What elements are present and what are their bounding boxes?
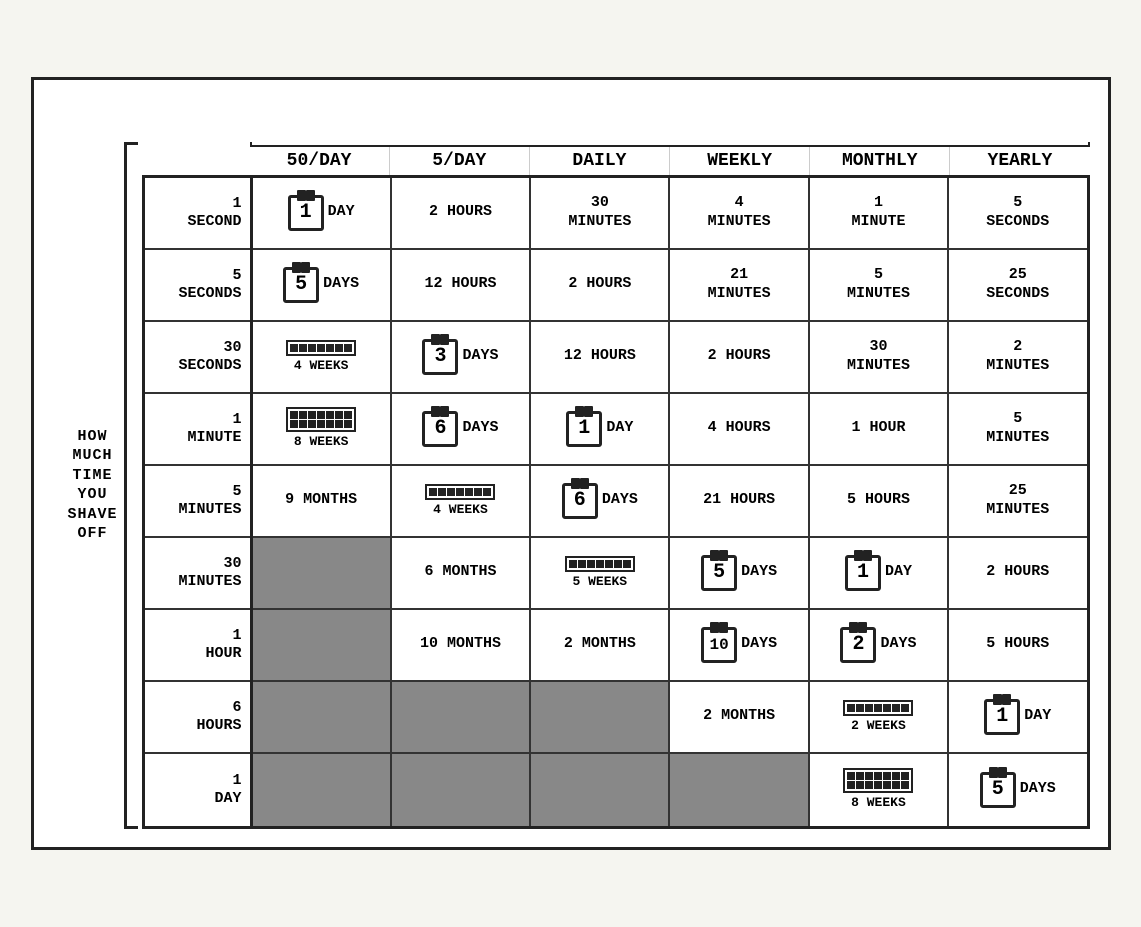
row-header-1: 5SECONDS [145,250,250,322]
col-header-row: 50/DAY5/DAYDAILYWEEKLYMONTHLYYEARLY [142,142,1090,175]
col-label-2: DAILY [530,147,670,175]
row-header-5: 30MINUTES [145,538,250,610]
data-cell-1-2: 2 HOURS [531,250,670,320]
data-cell-2-5: 2MINUTES [949,322,1086,392]
title-line1 [52,98,1090,128]
data-cell-8-2 [531,754,670,826]
data-cell-6-1: 10 MONTHS [392,610,531,680]
data-row-3: 8 WEEKS6DAYS1DAY4 HOURS1 HOUR5MINUTES [253,394,1087,466]
data-cell-0-5: 5SECONDS [949,178,1086,248]
data-cell-6-2: 2 MONTHS [531,610,670,680]
data-cell-4-1: 4 WEEKS [392,466,531,536]
data-cell-4-0: 9 MONTHS [253,466,392,536]
data-cell-5-5: 2 HOURS [949,538,1086,608]
col-label-3: WEEKLY [670,147,810,175]
left-label-container: HOWMUCHTIMEYOUSHAVEOFF [52,142,142,829]
data-cell-8-3 [670,754,809,826]
data-cell-3-2: 1DAY [531,394,670,464]
data-cell-1-5: 25SECONDS [949,250,1086,320]
row-headers-col: 1SECOND5SECONDS30SECONDS1MINUTE5MINUTES3… [145,178,253,826]
data-cell-5-3: 5DAYS [670,538,809,608]
how-often-label [250,142,1090,147]
data-grid: 1DAY2 HOURS30MINUTES4MINUTES1MINUTE5SECO… [253,178,1087,826]
data-cell-3-5: 5MINUTES [949,394,1086,464]
data-cell-4-5: 25MINUTES [949,466,1086,536]
data-row-1: 5DAYS12 HOURS2 HOURS21MINUTES5MINUTES25S… [253,250,1087,322]
data-cell-3-1: 6DAYS [392,394,531,464]
col-label-4: MONTHLY [810,147,950,175]
row-header-2: 30SECONDS [145,322,250,394]
col-headers: 50/DAY5/DAYDAILYWEEKLYMONTHLYYEARLY [250,142,1090,175]
col-label-1: 5/DAY [390,147,530,175]
data-cell-1-4: 5MINUTES [810,250,949,320]
data-cell-4-2: 6DAYS [531,466,670,536]
data-cell-3-3: 4 HOURS [670,394,809,464]
data-cell-8-1 [392,754,531,826]
row-header-spacer [142,142,250,175]
data-cell-7-3: 2 MONTHS [670,682,809,752]
data-cell-6-3: 10DAYS [670,610,809,680]
data-cell-4-3: 21 HOURS [670,466,809,536]
data-cell-0-3: 4MINUTES [670,178,809,248]
row-header-0: 1SECOND [145,178,250,250]
row-header-7: 6HOURS [145,682,250,754]
data-cell-1-1: 12 HOURS [392,250,531,320]
data-row-2: 4 WEEKS3DAYS12 HOURS2 HOURS30MINUTES2MIN… [253,322,1087,394]
col-label-5: YEARLY [950,147,1089,175]
data-cell-3-4: 1 HOUR [810,394,949,464]
data-cell-2-4: 30MINUTES [810,322,949,392]
data-cell-7-4: 2 WEEKS [810,682,949,752]
left-label: HOWMUCHTIMEYOUSHAVEOFF [67,427,117,544]
data-cell-5-2: 5 WEEKS [531,538,670,608]
data-row-6: 10 MONTHS2 MONTHS10DAYS2DAYS5 HOURS [253,610,1087,682]
chart-outer: HOWMUCHTIMEYOUSHAVEOFF 50/DAY5/DAYDAILYW… [52,142,1090,829]
grid-area: 1SECOND5SECONDS30SECONDS1MINUTE5MINUTES3… [142,175,1090,829]
data-row-0: 1DAY2 HOURS30MINUTES4MINUTES1MINUTE5SECO… [253,178,1087,250]
row-header-8: 1DAY [145,754,250,826]
row-header-3: 1MINUTE [145,394,250,466]
data-row-7: 2 MONTHS2 WEEKS1DAY [253,682,1087,754]
main-container: HOWMUCHTIMEYOUSHAVEOFF 50/DAY5/DAYDAILYW… [31,77,1111,850]
data-cell-4-4: 5 HOURS [810,466,949,536]
data-cell-5-1: 6 MONTHS [392,538,531,608]
data-cell-7-1 [392,682,531,752]
data-cell-6-4: 2DAYS [810,610,949,680]
data-row-4: 9 MONTHS4 WEEKS6DAYS21 HOURS5 HOURS25MIN… [253,466,1087,538]
data-cell-6-5: 5 HOURS [949,610,1086,680]
data-cell-0-4: 1MINUTE [810,178,949,248]
data-row-8: 8 WEEKS5DAYS [253,754,1087,826]
col-labels-row: 50/DAY5/DAYDAILYWEEKLYMONTHLYYEARLY [250,147,1090,175]
left-bracket [124,142,138,829]
data-cell-5-0 [253,538,392,608]
data-cell-8-4: 8 WEEKS [810,754,949,826]
chart-right: 50/DAY5/DAYDAILYWEEKLYMONTHLYYEARLY 1SEC… [142,142,1090,829]
data-cell-2-2: 12 HOURS [531,322,670,392]
row-header-6: 1HOUR [145,610,250,682]
data-cell-7-5: 1DAY [949,682,1086,752]
data-cell-0-1: 2 HOURS [392,178,531,248]
data-cell-6-0 [253,610,392,680]
data-cell-5-4: 1DAY [810,538,949,608]
data-cell-1-0: 5DAYS [253,250,392,320]
data-cell-7-2 [531,682,670,752]
data-cell-0-2: 30MINUTES [531,178,670,248]
data-cell-2-1: 3DAYS [392,322,531,392]
data-cell-8-0 [253,754,392,826]
data-cell-3-0: 8 WEEKS [253,394,392,464]
col-label-0: 50/DAY [250,147,390,175]
data-cell-8-5: 5DAYS [949,754,1086,826]
row-header-4: 5MINUTES [145,466,250,538]
data-cell-2-3: 2 HOURS [670,322,809,392]
data-cell-0-0: 1DAY [253,178,392,248]
data-row-5: 6 MONTHS5 WEEKS5DAYS1DAY2 HOURS [253,538,1087,610]
data-cell-2-0: 4 WEEKS [253,322,392,392]
data-cell-1-3: 21MINUTES [670,250,809,320]
data-cell-7-0 [253,682,392,752]
